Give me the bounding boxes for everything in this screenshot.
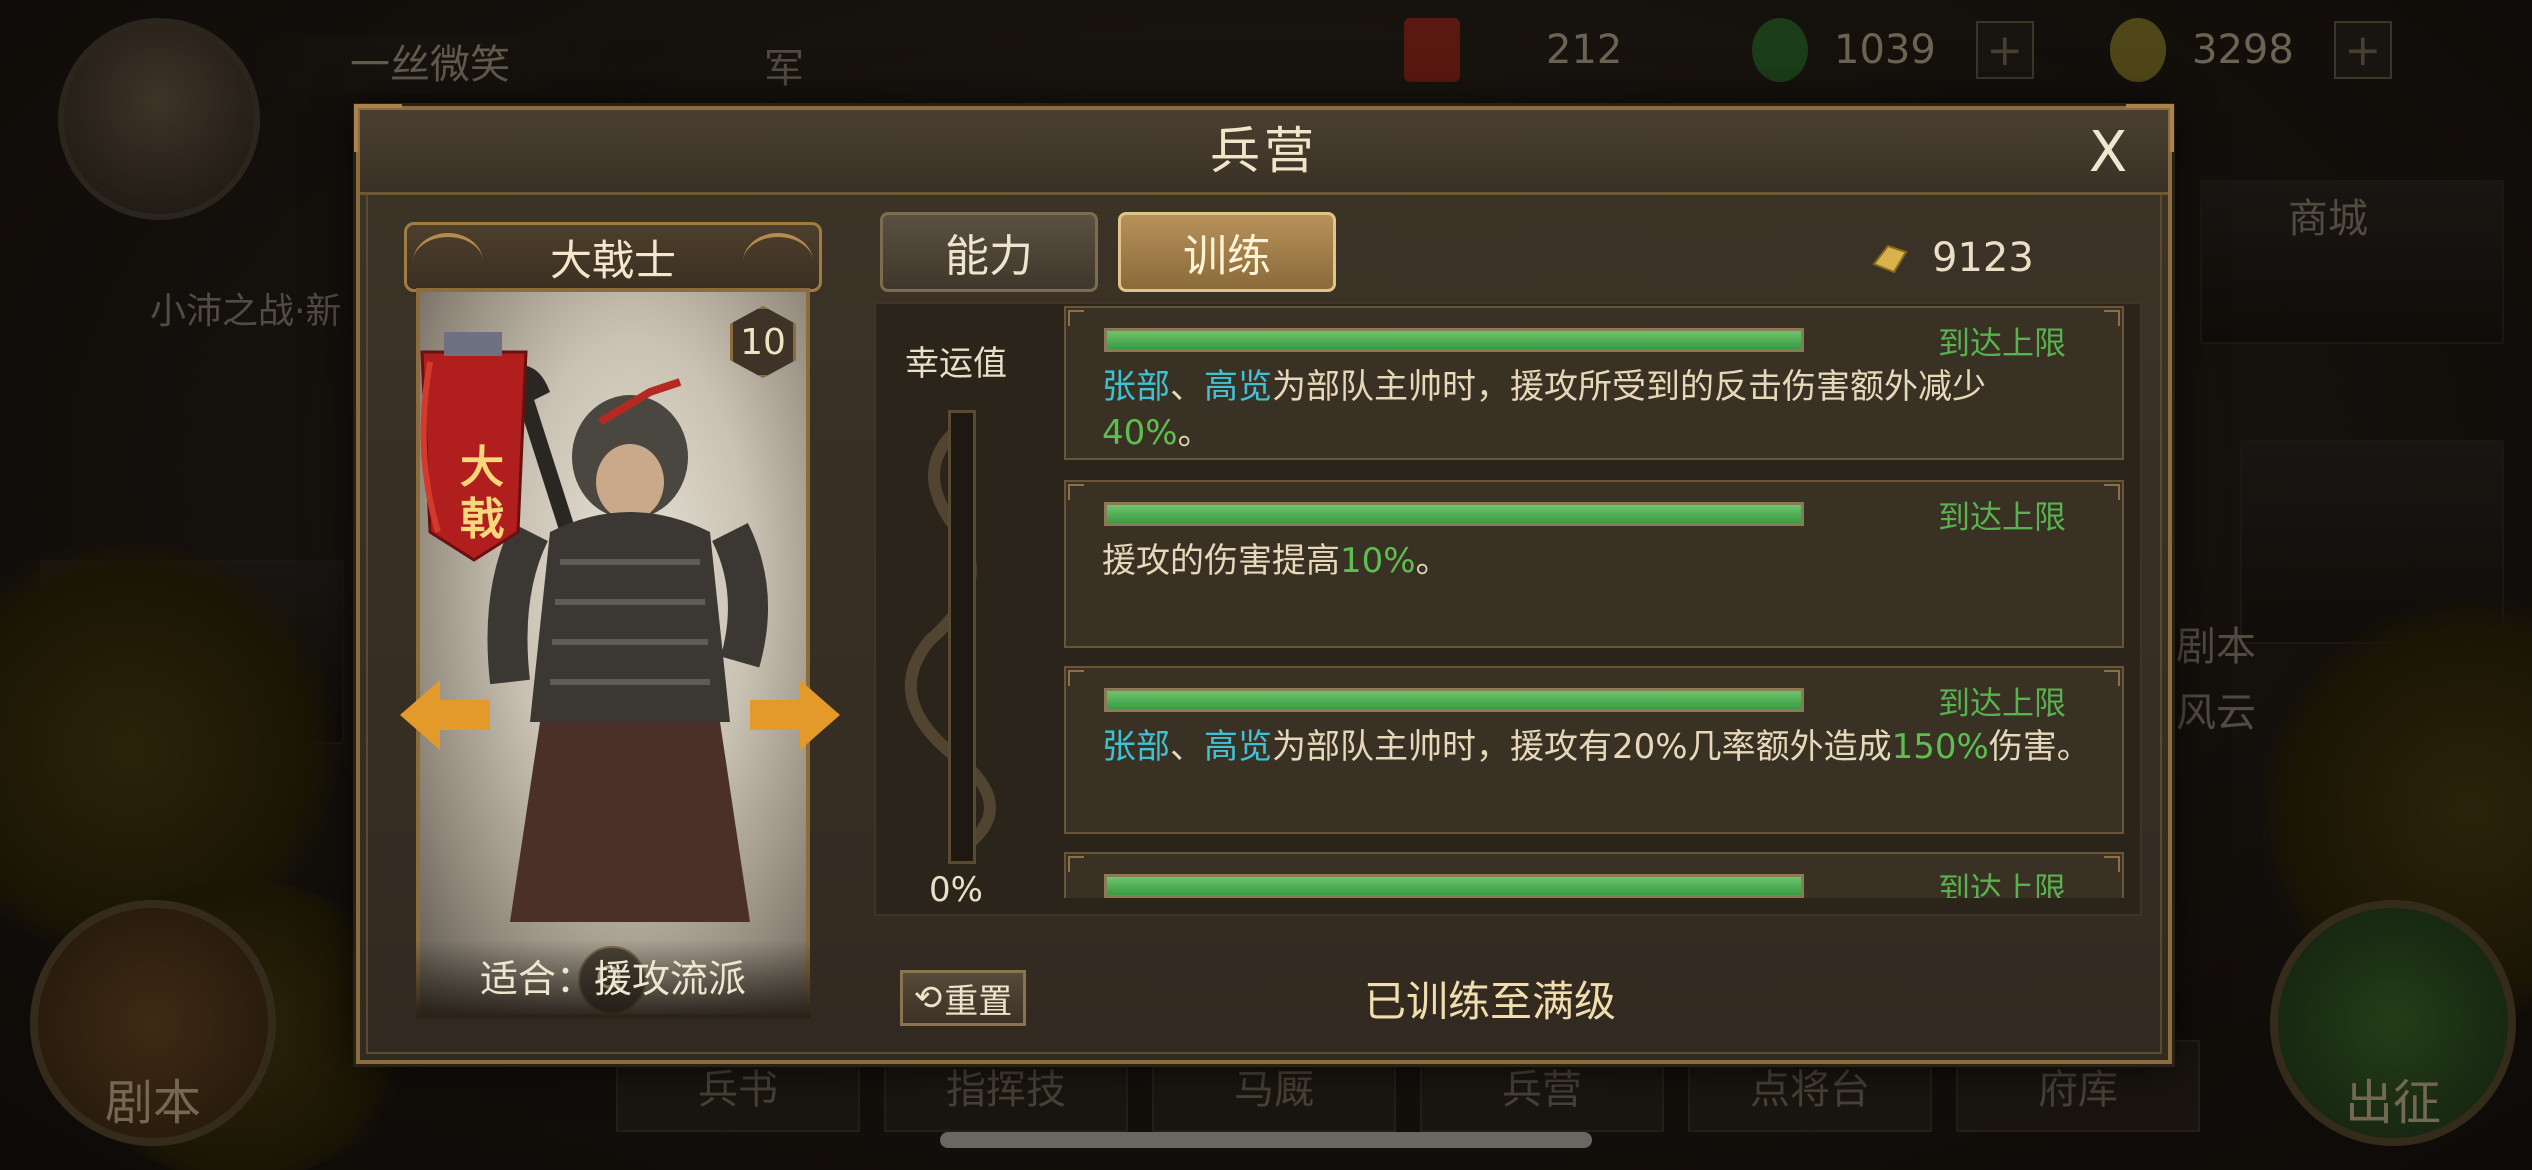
luck-label: 幸运值: [905, 344, 1007, 384]
scroll-ornament: [413, 233, 483, 291]
description-text: 、: [1170, 367, 1204, 407]
training-description: 援攻的伤害提高10%。: [1102, 538, 2092, 584]
training-progress-bar: [1104, 502, 1804, 526]
description-text: 援攻的伤害提高: [1102, 541, 1340, 581]
home-indicator[interactable]: [940, 1132, 1592, 1148]
training-progress-bar: [1104, 688, 1804, 712]
training-list[interactable]: 到达上限 张部、高览为部队主帅时，援攻所受到的反击伤害额外减少40%。 到达上限…: [1064, 306, 2128, 898]
general-name: 高览: [1204, 367, 1272, 407]
unit-portrait-card: 大 戟 10: [416, 288, 810, 1018]
training-item: 到达上限: [1064, 852, 2124, 898]
description-text: 。: [1415, 541, 1450, 581]
bonus-value: 150%: [1891, 727, 1989, 767]
training-item: 到达上限 张部、高览为部队主帅时，援攻有20%几率额外造成150%伤害。: [1064, 666, 2124, 834]
next-unit-arrow-icon[interactable]: [750, 680, 840, 750]
unit-name: 大戟士: [549, 235, 676, 285]
bonus-value: 10%: [1340, 541, 1416, 581]
progress-fill: [1107, 505, 1801, 523]
description-text: 为部队主帅时，援攻有20%几率额外造成: [1272, 727, 1892, 767]
reset-button[interactable]: ⟲ 重置: [900, 970, 1026, 1026]
unit-name-plate: 大戟士: [404, 222, 822, 292]
general-name: 高览: [1204, 727, 1272, 767]
tab-training[interactable]: 训练: [1118, 212, 1336, 292]
max-reached-label: 到达上限: [1937, 498, 2066, 536]
training-status-text: 已训练至满级: [1363, 977, 1616, 1026]
description-text: 为部队主帅时，援攻所受到的反击伤害额外减少: [1272, 367, 1986, 407]
progress-fill: [1107, 331, 1801, 349]
scroll-ornament: [743, 233, 813, 291]
barracks-dialog: 兵营 X 大戟士 大 戟 10 适合：援攻流派 能力 训练 9123 幸运值 0…: [354, 104, 2174, 1064]
luck-meter: [948, 410, 976, 864]
progress-fill: [1107, 877, 1801, 895]
unit-banner: 大 戟: [420, 332, 532, 562]
training-progress-bar: [1104, 874, 1804, 898]
description-text: 、: [1170, 727, 1204, 767]
close-button[interactable]: X: [2076, 120, 2140, 185]
training-description: 张部、高览为部队主帅时，援攻所受到的反击伤害额外减少 40%。: [1102, 364, 2092, 456]
max-reached-label: 到达上限: [1937, 684, 2066, 722]
prev-unit-arrow-icon[interactable]: [400, 680, 490, 750]
description-text: 。: [1177, 413, 1212, 453]
max-reached-label: 到达上限: [1937, 870, 2066, 898]
gold-icon: [1872, 244, 1908, 274]
training-description: 张部、高览为部队主帅时，援攻有20%几率额外造成150%伤害。: [1102, 724, 2092, 770]
max-reached-label: 到达上限: [1937, 324, 2066, 362]
general-name: 张部: [1102, 367, 1170, 407]
luck-value: 0%: [929, 870, 983, 910]
gold-balance: 9123: [1870, 228, 2034, 288]
description-text: 伤害。: [1988, 727, 2091, 767]
suitable-style-label: 适合：援攻流派: [416, 940, 810, 1018]
dialog-title: 兵营: [1210, 122, 1318, 180]
banner-label: 大 戟: [460, 442, 504, 545]
training-item: 到达上限 援攻的伤害提高10%。: [1064, 480, 2124, 648]
training-item: 到达上限 张部、高览为部队主帅时，援攻所受到的反击伤害额外减少 40%。: [1064, 306, 2124, 460]
tab-ability[interactable]: 能力: [880, 212, 1098, 292]
training-progress-bar: [1104, 328, 1804, 352]
general-name: 张部: [1102, 727, 1170, 767]
progress-fill: [1107, 691, 1801, 709]
reset-icon: ⟲: [913, 978, 943, 1018]
bonus-value: 40%: [1102, 413, 1178, 453]
